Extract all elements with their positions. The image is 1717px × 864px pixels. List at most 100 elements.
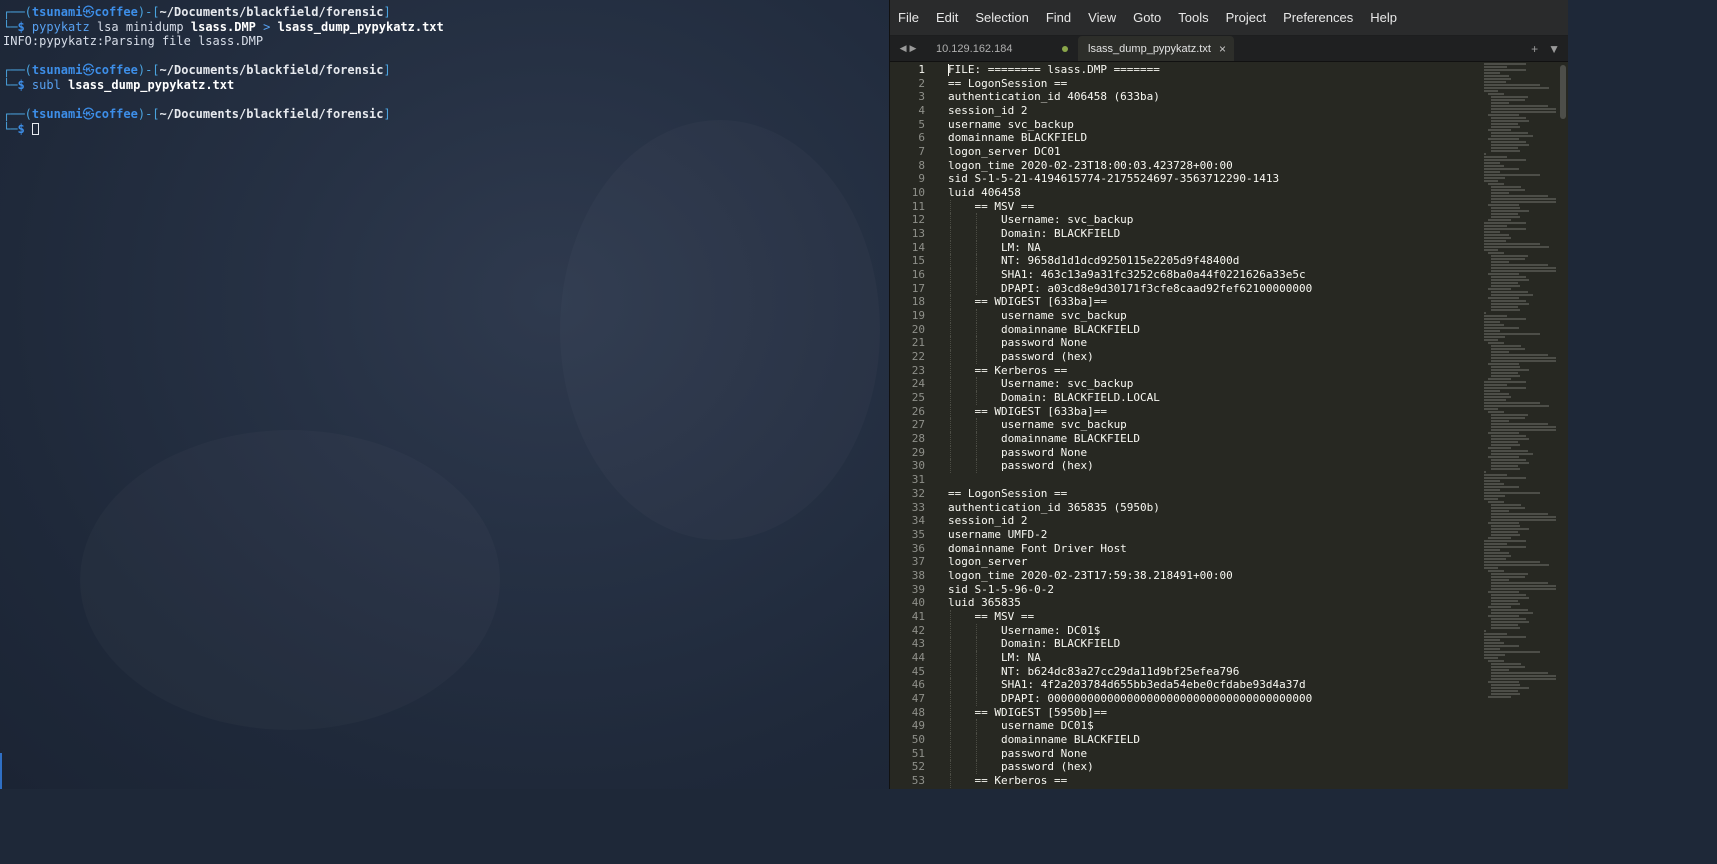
- code-line: logon_time 2020-02-23T18:00:03.423728+00…: [948, 158, 1233, 172]
- code-line: password None: [948, 445, 1088, 460]
- minimap-line: [1491, 135, 1533, 137]
- minimap-line: [1491, 429, 1556, 431]
- minimap-line: [1487, 252, 1505, 254]
- line-number: 21: [911, 336, 925, 350]
- line-number: 35: [911, 527, 925, 541]
- minimap-line: [1491, 279, 1529, 281]
- minimap-line: [1491, 360, 1556, 362]
- prompt-user: tsunami: [31, 107, 83, 122]
- menu-item-edit[interactable]: Edit: [936, 10, 958, 25]
- indent-guide: [950, 664, 951, 679]
- active-command-line[interactable]: └─$: [3, 122, 889, 137]
- minimap-line: [1484, 408, 1499, 410]
- nav-right-icon[interactable]: ▶: [910, 43, 917, 54]
- minimap-line: [1484, 156, 1508, 158]
- minimap-line: [1484, 630, 1486, 632]
- minimap-line: [1484, 474, 1508, 476]
- minimap-line: [1491, 369, 1529, 371]
- tab-label: 10.129.162.184: [936, 42, 1013, 55]
- line-number: 2: [918, 76, 925, 90]
- line-number: 12: [911, 213, 925, 227]
- minimap-line: [1491, 309, 1520, 311]
- minimap-line: [1484, 84, 1540, 86]
- nav-left-icon[interactable]: ◀: [900, 43, 907, 54]
- minimap-line: [1491, 216, 1520, 218]
- terminal-window[interactable]: ┌──(tsunami㉿coffee)-[~/Documents/blackfi…: [0, 0, 889, 789]
- minimap-line: [1484, 339, 1499, 341]
- indent-guide: [976, 445, 978, 460]
- minimap-line: [1491, 267, 1556, 269]
- code-line: FILE: ======== lsass.DMP =======: [948, 63, 1160, 76]
- minimap-line: [1491, 624, 1519, 626]
- code-line: DPAPI: a03cd8e9d30171f3cfe8caad92fef6210…: [948, 281, 1313, 296]
- prompt-at-symbol: ㉿: [82, 5, 95, 19]
- minimap[interactable]: [1484, 63, 1556, 789]
- menu-item-tools[interactable]: Tools: [1178, 10, 1208, 25]
- line-number: 3: [918, 90, 925, 104]
- command-args: lsa minidump: [89, 19, 191, 34]
- line-number: 6: [918, 131, 925, 145]
- minimap-line: [1484, 336, 1505, 338]
- menu-item-file[interactable]: File: [898, 10, 919, 25]
- tab-menu-icon[interactable]: ▼: [1548, 42, 1560, 56]
- prompt-frame: ┌──(: [3, 5, 32, 19]
- line-number: 29: [911, 445, 925, 459]
- vertical-scrollbar[interactable]: [1560, 65, 1566, 119]
- minimap-line: [1491, 264, 1549, 266]
- indent-guide: [950, 213, 951, 228]
- minimap-line: [1491, 528, 1529, 530]
- indent-guide: [976, 664, 978, 679]
- close-icon[interactable]: ×: [1219, 42, 1226, 56]
- minimap-line: [1484, 492, 1540, 494]
- prompt-host: coffee: [94, 107, 138, 122]
- minimap-line: [1491, 597, 1529, 599]
- menu-item-view[interactable]: View: [1088, 10, 1116, 25]
- minimap-line: [1491, 108, 1556, 110]
- menu-item-goto[interactable]: Goto: [1133, 10, 1161, 25]
- tab-remote-host[interactable]: 10.129.162.184: [926, 36, 1078, 61]
- minimap-line: [1491, 450, 1528, 452]
- line-number: 19: [911, 309, 925, 323]
- tab-lsass-dump[interactable]: lsass_dump_pypykatz.txt ×: [1078, 36, 1234, 61]
- minimap-line: [1491, 105, 1549, 107]
- code-line: username svc_backup: [948, 418, 1127, 433]
- indent-guide: [950, 322, 951, 337]
- code-line: authentication_id 365835 (5950b): [948, 500, 1160, 514]
- minimap-line: [1491, 102, 1510, 104]
- menu-item-find[interactable]: Find: [1046, 10, 1071, 25]
- text-buffer[interactable]: FILE: ======== lsass.DMP ======= == Logon…: [948, 63, 1478, 789]
- minimap-line: [1491, 141, 1527, 143]
- indent-guide: [950, 281, 951, 296]
- minimap-line: [1487, 522, 1519, 524]
- indent-guide: [976, 254, 978, 269]
- line-number: 53: [911, 773, 925, 787]
- line-number: 9: [918, 172, 925, 186]
- indent-guide: [950, 746, 951, 761]
- menu-item-selection[interactable]: Selection: [975, 10, 1028, 25]
- command-output: INFO:pypykatz:Parsing file lsass.DMP: [3, 34, 264, 49]
- indent-guide: [950, 650, 951, 665]
- line-number: 50: [911, 732, 925, 746]
- minimap-line: [1487, 378, 1511, 380]
- minimap-line: [1491, 150, 1520, 152]
- indent-guide: [976, 650, 978, 665]
- sublime-text-window[interactable]: File Edit Selection Find View Goto Tools Projec…: [889, 0, 1568, 789]
- add-tab-icon[interactable]: +: [1531, 42, 1538, 56]
- code-line: username svc_backup: [948, 309, 1127, 323]
- indent-guide: [976, 691, 978, 706]
- indent-guide: [950, 773, 951, 788]
- minimap-line: [1484, 225, 1508, 227]
- indent-guide: [950, 377, 951, 392]
- minimap-line: [1491, 441, 1519, 443]
- menu-item-project[interactable]: Project: [1226, 10, 1266, 25]
- minimap-line: [1484, 312, 1486, 314]
- minimap-line: [1491, 282, 1519, 284]
- minimap-line: [1491, 513, 1549, 515]
- menu-item-preferences[interactable]: Preferences: [1283, 10, 1353, 25]
- code-area[interactable]: 1 2 3 4 5 6 7 8 9 10 11 12 13 14 15 16 17 18 19 20 21 22 23 24 2…: [890, 63, 1568, 789]
- code-line: logon_time 2020-02-23T17:59:38.218491+00…: [948, 568, 1233, 582]
- code-line: authentication_id 406458 (633ba): [948, 90, 1160, 104]
- minimap-line: [1484, 333, 1540, 335]
- tab-nav-arrows[interactable]: ◀ ▶: [890, 36, 926, 61]
- menu-item-help[interactable]: Help: [1370, 10, 1397, 25]
